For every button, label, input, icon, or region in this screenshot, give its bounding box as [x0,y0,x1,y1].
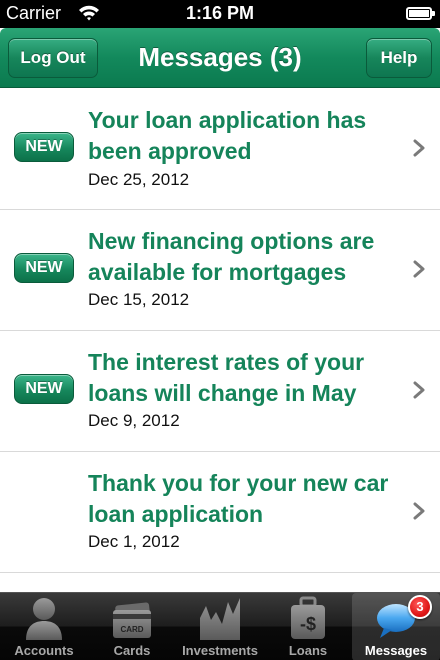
message-row[interactable]: Thank you for your new car loan applicat… [0,452,440,573]
money-bag-icon: -$ [291,596,325,639]
tab-messages[interactable]: 3 Messages [352,593,440,660]
loan-icon-text: -$ [300,614,316,634]
message-date: Dec 9, 2012 [88,411,180,430]
message-title: New financing options are available for … [88,228,375,285]
message-list: NEW Your loan application has been appro… [0,89,440,592]
tab-cards[interactable]: CARD Cards [88,593,176,660]
new-badge: NEW [14,132,74,162]
tab-label: Accounts [14,643,74,658]
message-date: Dec 15, 2012 [88,290,190,309]
chevron-right-icon [413,260,425,278]
tab-accounts[interactable]: Accounts [0,593,88,660]
card-icon: CARD [113,602,151,638]
chart-icon [200,598,240,640]
navigation-bar: Log Out Messages (3) Help [0,28,440,88]
chevron-right-icon [413,381,425,399]
new-badge: NEW [14,253,74,283]
status-bar: Carrier 1:16 PM [0,0,440,28]
tab-bar: Accounts CARD Cards Investments -$ Loans [0,592,440,660]
tab-loans[interactable]: -$ Loans [264,593,352,660]
message-date: Dec 25, 2012 [88,170,190,189]
person-icon [26,598,62,640]
message-row[interactable]: NEW The interest rates of your loans wil… [0,331,440,452]
unread-count-badge: 3 [408,595,432,619]
tab-investments[interactable]: Investments [176,593,264,660]
battery-icon [406,7,435,20]
tab-label: Cards [113,643,151,658]
clock: 1:16 PM [185,3,255,23]
message-title: Thank you for your new car loan applicat… [88,470,389,527]
card-icon-text: CARD [120,625,143,634]
message-title: The interest rates of your loans will ch… [88,349,365,406]
tab-label: Loans [288,643,328,658]
message-row[interactable]: NEW Your loan application has been appro… [0,89,440,210]
tab-label: Messages [364,643,428,658]
help-button[interactable]: Help [366,38,432,78]
message-row[interactable]: NEW New financing options are available … [0,210,440,331]
message-title: Your loan application has been approved [88,107,367,164]
message-date: Dec 1, 2012 [88,532,180,551]
chevron-right-icon [413,502,425,520]
new-badge: NEW [14,374,74,404]
tab-label: Investments [182,643,258,658]
chevron-right-icon [413,139,425,157]
